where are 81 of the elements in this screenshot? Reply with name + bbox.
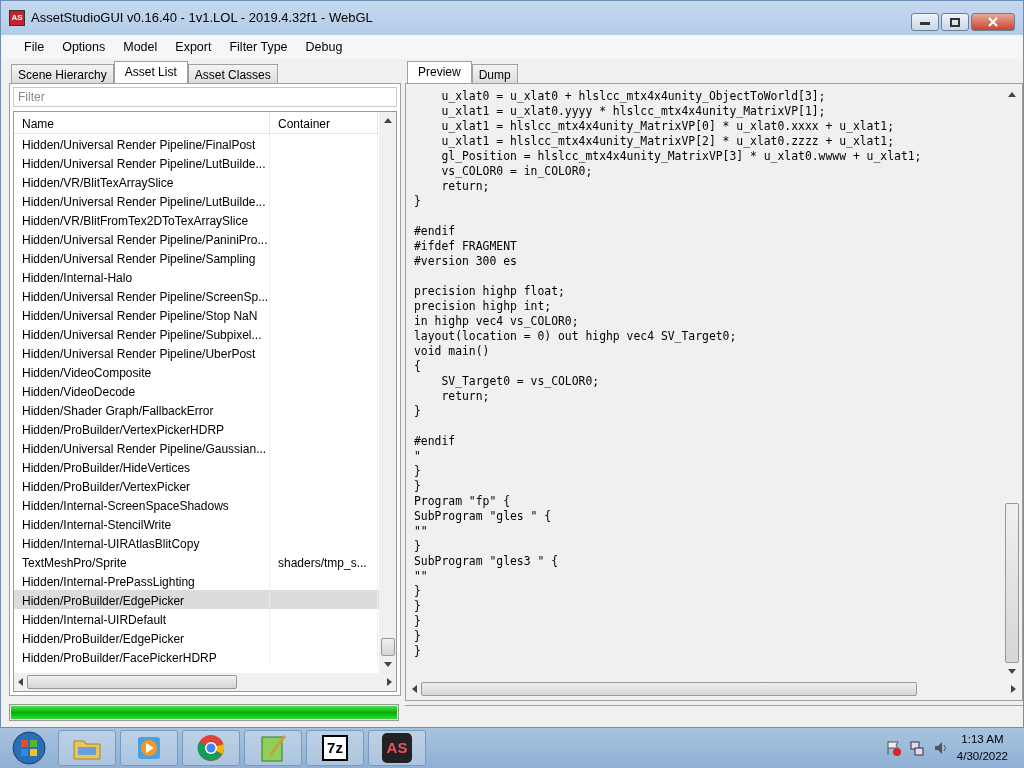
- table-cell: shaders/tmp_s...: [270, 552, 378, 571]
- minimize-button[interactable]: [911, 13, 939, 31]
- vertical-scrollbar[interactable]: [379, 112, 396, 673]
- scroll-thumb[interactable]: [27, 675, 237, 689]
- table-cell: Hidden/Internal-Halo: [14, 267, 270, 286]
- down-arrow-icon: [383, 662, 392, 667]
- table-cell: Hidden/Internal-UIRAtlasBlitCopy: [14, 533, 270, 552]
- taskbar-button[interactable]: [244, 730, 302, 766]
- right-arrow-icon: [387, 678, 392, 686]
- left-arrow-icon: [18, 678, 23, 686]
- column-header[interactable]: Container: [270, 112, 378, 133]
- notepad-icon: [258, 733, 288, 763]
- app-logo: AS: [381, 732, 413, 764]
- tab[interactable]: Preview: [407, 61, 472, 83]
- left-arrow-icon: [412, 685, 417, 693]
- close-icon: [988, 17, 998, 27]
- menu-item[interactable]: Export: [166, 35, 221, 59]
- table-cell: Hidden/Universal Render Pipeline/ScreenSp...: [14, 286, 270, 305]
- speaker-icon: [932, 740, 949, 756]
- table-cell: Hidden/Universal Render Pipeline/LutBuilde...: [14, 153, 270, 172]
- scroll-thumb[interactable]: [1004, 503, 1019, 663]
- clock-date: 4/30/2022: [956, 749, 1008, 764]
- tab[interactable]: Asset Classes: [187, 64, 278, 83]
- app-logo: AS: [9, 10, 25, 26]
- right-arrow-icon: [1011, 685, 1016, 693]
- table-cell: Hidden/Universal Render Pipeline/LutBuilde...: [14, 191, 270, 210]
- selected-row[interactable]: Hidden/ProBuilder/EdgePicker: [14, 590, 379, 609]
- table-cell: Hidden/ProBuilder/VertexPickerHDRP: [14, 419, 270, 438]
- windows-orb-icon: [11, 730, 47, 766]
- filter-field[interactable]: Filter: [13, 87, 397, 107]
- table-cell: Hidden/ProBuilder/EdgePicker: [14, 590, 270, 609]
- clock-time: 1:13 AM: [960, 732, 1005, 747]
- table-cell: Hidden/Shader Graph/FallbackError: [14, 400, 270, 419]
- tab[interactable]: Scene Hierarchy: [11, 64, 114, 83]
- table-cell: Hidden/Universal Render Pipeline/FinalPost: [14, 134, 270, 153]
- maximize-button[interactable]: [941, 13, 969, 31]
- table-cell: Hidden/Internal-UIRDefault: [14, 609, 270, 628]
- window-title: AssetStudioGUI v0.16.40 - 1v1.LOL - 2019.4.32f1 - WebGL: [31, 9, 373, 28]
- taskbar-button[interactable]: [182, 730, 240, 766]
- table-cell: Hidden/ProBuilder/HideVertices: [14, 457, 270, 476]
- menu-item[interactable]: File: [15, 35, 54, 59]
- table-cell: Hidden/Universal Render Pipeline/Stop NaN: [14, 305, 270, 324]
- table-cell: Hidden/VR/BlitTexArraySlice: [14, 172, 270, 191]
- table-cell: Hidden/VideoDecode: [14, 381, 270, 400]
- taskbar-button[interactable]: [120, 730, 178, 766]
- minimize-icon: [920, 19, 930, 25]
- column-header[interactable]: Name: [14, 112, 270, 133]
- browser-icon: [196, 733, 226, 763]
- table-cell: Hidden/Universal Render Pipeline/Gaussian...: [14, 438, 270, 457]
- table-cell: Hidden/Universal Render Pipeline/Sampling: [14, 248, 270, 267]
- scroll-thumb[interactable]: [421, 682, 917, 696]
- table-cell: Hidden/VideoComposite: [14, 362, 270, 381]
- network-icon: [908, 740, 925, 756]
- up-arrow-icon: [1007, 92, 1016, 97]
- menu-item[interactable]: Options: [53, 35, 115, 59]
- table-cell: Hidden/ProBuilder/FacePickerHDRP: [14, 647, 270, 666]
- up-arrow-icon: [383, 118, 392, 123]
- maximize-icon: [950, 17, 960, 27]
- taskbar-button[interactable]: AS: [368, 730, 426, 766]
- table-cell: Hidden/Internal-ScreenSpaceShadows: [14, 495, 270, 514]
- flag-icon: [884, 740, 901, 756]
- table-cell: TextMeshPro/Sprite: [14, 552, 270, 571]
- close-button[interactable]: [971, 13, 1015, 31]
- table-cell: Hidden/ProBuilder/VertexPicker: [14, 476, 270, 495]
- scroll-thumb[interactable]: [380, 638, 395, 656]
- table-cell: Hidden/ProBuilder/EdgePicker: [14, 628, 270, 647]
- table-cell: Hidden/VR/BlitFromTex2DToTexArraySlice: [14, 210, 270, 229]
- table-cell: Hidden/Universal Render Pipeline/Subpixel...: [14, 324, 270, 343]
- play-icon: [135, 734, 163, 762]
- tab[interactable]: Dump: [471, 64, 518, 83]
- horizontal-scrollbar[interactable]: [14, 673, 396, 691]
- taskbar-button[interactable]: 7z: [306, 730, 364, 766]
- table-cell: Hidden/Universal Render Pipeline/UberPost: [14, 343, 270, 362]
- tab[interactable]: Asset List: [113, 61, 188, 83]
- down-arrow-icon: [1007, 669, 1016, 674]
- table-cell: Hidden/Internal-StencilWrite: [14, 514, 270, 533]
- menu-item[interactable]: Debug: [296, 35, 352, 59]
- zip-app-icon: 7z: [322, 734, 348, 762]
- menu-item[interactable]: Filter Type: [220, 35, 297, 59]
- table-cell: Hidden/Universal Render Pipeline/PaniniPro...: [14, 229, 270, 248]
- menu-item[interactable]: Model: [114, 35, 167, 59]
